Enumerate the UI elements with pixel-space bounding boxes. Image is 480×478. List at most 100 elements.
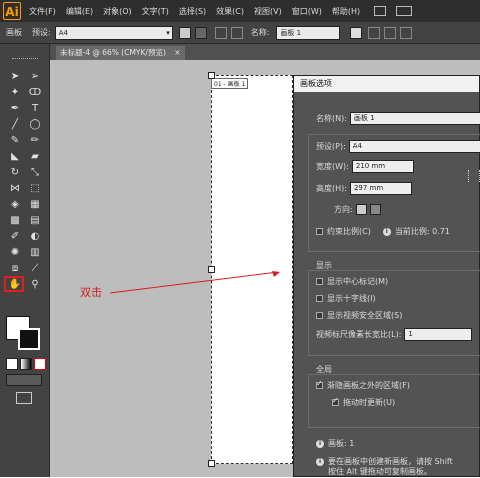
blob-brush-tool-icon[interactable]: ◣	[5, 148, 25, 164]
blend-tool-icon[interactable]: ◐	[25, 228, 45, 244]
gradient-button[interactable]	[20, 358, 32, 370]
tip-row-2: 按住 Alt 键拖动可复制画板。	[328, 466, 432, 477]
fade-row: 渐隐画板之外的区域(F)	[316, 379, 410, 391]
app-logo: Ai	[3, 2, 21, 20]
artboards-count: 画板: 1	[328, 439, 355, 448]
direct-selection-tool-icon[interactable]: ➢	[25, 68, 45, 84]
pixel-ratio-input[interactable]: 1	[404, 328, 473, 341]
video-safe-icon[interactable]	[400, 26, 413, 39]
portrait-icon[interactable]	[178, 26, 191, 39]
info-icon: i	[382, 227, 391, 236]
width-input[interactable]: 210 mm	[351, 160, 414, 173]
show-center-row: 显示中心标记(M)	[316, 276, 388, 287]
mesh-tool-icon[interactable]: ▩	[5, 212, 25, 228]
dialog-title: 画板选项	[294, 76, 479, 92]
preset-select[interactable]: A4	[348, 140, 480, 153]
artboard-name-field[interactable]: 画板 1	[276, 25, 341, 40]
fade-checkbox[interactable]	[316, 379, 323, 389]
pen-tool-icon[interactable]: ✒	[5, 100, 25, 116]
selection-tool-icon[interactable]: ➤	[5, 68, 25, 84]
update-row: 拖动时更新(U)	[332, 396, 395, 408]
type-tool-icon[interactable]: T	[25, 100, 45, 116]
menu-edit[interactable]: 编辑(E)	[66, 6, 93, 17]
menu-object[interactable]: 对象(O)	[103, 6, 132, 17]
menu-type[interactable]: 文字(T)	[142, 6, 169, 17]
perspective-grid-tool-icon[interactable]: ▦	[25, 196, 45, 212]
menu-window[interactable]: 窗口(W)	[292, 6, 322, 17]
ellipse-tool-icon[interactable]: ◯	[25, 116, 45, 132]
name-row: 名称(N): 画板 1	[316, 112, 480, 125]
orientation-row: 方向:	[334, 204, 381, 215]
eyedropper-tool-icon[interactable]: ✐	[5, 228, 25, 244]
annotation-arrow	[110, 271, 280, 294]
show-center-icon[interactable]	[368, 26, 381, 39]
width-tool-icon[interactable]: ⋈	[5, 180, 25, 196]
tip-line-2: 按住 Alt 键拖动可复制画板。	[328, 467, 432, 476]
pixel-ratio-label: 视频标尺像素长宽比(L):	[316, 330, 402, 339]
constrain-row: 约束比例(C) i 当前比例: 0.71	[316, 226, 450, 237]
document-tab[interactable]: 未标题-4 @ 66% (CMYK/预览) ×	[56, 46, 185, 60]
main-menu: 文件(F) 编辑(E) 对象(O) 文字(T) 选择(S) 效果(C) 视图(V…	[29, 6, 370, 17]
update-checkbox[interactable]	[332, 396, 339, 406]
scale-tool-icon[interactable]: ⤡	[25, 164, 45, 180]
artboard-label: 01 - 画板 1	[211, 78, 249, 89]
screen-mode-icon[interactable]	[16, 392, 32, 404]
pencil-tool-icon[interactable]: ✏	[25, 132, 45, 148]
preset-label: 预设:	[32, 28, 51, 37]
menu-file[interactable]: 文件(F)	[29, 6, 56, 17]
orientation-label: 方向:	[334, 205, 353, 214]
close-icon[interactable]: ×	[174, 48, 180, 57]
zoom-tool-icon[interactable]: ⚲	[25, 276, 45, 292]
preset-label: 预设(P):	[316, 142, 346, 151]
reference-point-icon[interactable]	[468, 170, 480, 182]
artboard-tool-icon[interactable]: ⧈	[5, 260, 25, 276]
draw-mode-buttons[interactable]	[6, 374, 42, 386]
preset-row: 预设(P): A4	[316, 140, 480, 153]
name-label: 名称:	[250, 28, 270, 37]
menu-help[interactable]: 帮助(H)	[332, 6, 360, 17]
name-label: 名称(N):	[316, 114, 347, 123]
delete-artboard-icon[interactable]	[230, 26, 243, 39]
shape-builder-tool-icon[interactable]: ◈	[5, 196, 25, 212]
paintbrush-tool-icon[interactable]: ✎	[5, 132, 25, 148]
arrange-documents-icon[interactable]	[396, 6, 413, 16]
landscape-icon[interactable]	[194, 26, 207, 39]
bridge-icon[interactable]	[374, 6, 387, 16]
eraser-tool-icon[interactable]: ▰	[25, 148, 45, 164]
column-graph-tool-icon[interactable]: ▥	[25, 244, 45, 260]
height-input[interactable]: 297 mm	[349, 182, 412, 195]
portrait-orientation-icon[interactable]	[355, 204, 367, 215]
menu-select[interactable]: 选择(S)	[179, 6, 206, 17]
show-cross-icon[interactable]	[384, 26, 397, 39]
new-artboard-icon[interactable]	[214, 26, 227, 39]
landscape-orientation-icon[interactable]	[369, 204, 381, 215]
slice-tool-icon[interactable]: ⟋	[25, 260, 45, 276]
gradient-tool-icon[interactable]: ▤	[25, 212, 45, 228]
double-click-annotation: 双击	[80, 286, 102, 299]
symbol-sprayer-tool-icon[interactable]: ✺	[5, 244, 25, 260]
control-bar: 画板 预设: A4 名称: 画板 1	[0, 22, 480, 44]
menu-effect[interactable]: 效果(C)	[216, 6, 244, 17]
free-transform-tool-icon[interactable]: ⬚	[25, 180, 45, 196]
show-cross-checkbox[interactable]	[316, 295, 323, 302]
rotate-tool-icon[interactable]: ↻	[5, 164, 25, 180]
artboard-handle[interactable]	[208, 460, 215, 467]
move-with-artboard-icon[interactable]	[350, 26, 363, 39]
width-label: 宽度(W):	[316, 162, 349, 171]
lasso-tool-icon[interactable]: ↀ	[25, 84, 45, 100]
video-safe-label: 显示视频安全区域(S)	[327, 311, 403, 320]
line-tool-icon[interactable]: ╱	[5, 116, 25, 132]
magic-wand-tool-icon[interactable]: ✦	[5, 84, 25, 100]
artboard-handle[interactable]	[208, 72, 215, 79]
show-cross-row: 显示十字线(I)	[316, 293, 376, 304]
constrain-checkbox[interactable]	[316, 228, 323, 235]
color-button[interactable]	[6, 358, 18, 370]
stroke-swatch[interactable]	[18, 328, 40, 350]
show-center-checkbox[interactable]	[316, 278, 323, 285]
menu-view[interactable]: 视图(V)	[254, 6, 282, 17]
none-button[interactable]	[34, 358, 46, 370]
name-input[interactable]: 画板 1	[349, 112, 480, 125]
tools-panel-grip	[12, 58, 38, 61]
video-safe-checkbox[interactable]	[316, 312, 323, 319]
preset-select[interactable]: A4	[54, 25, 173, 40]
